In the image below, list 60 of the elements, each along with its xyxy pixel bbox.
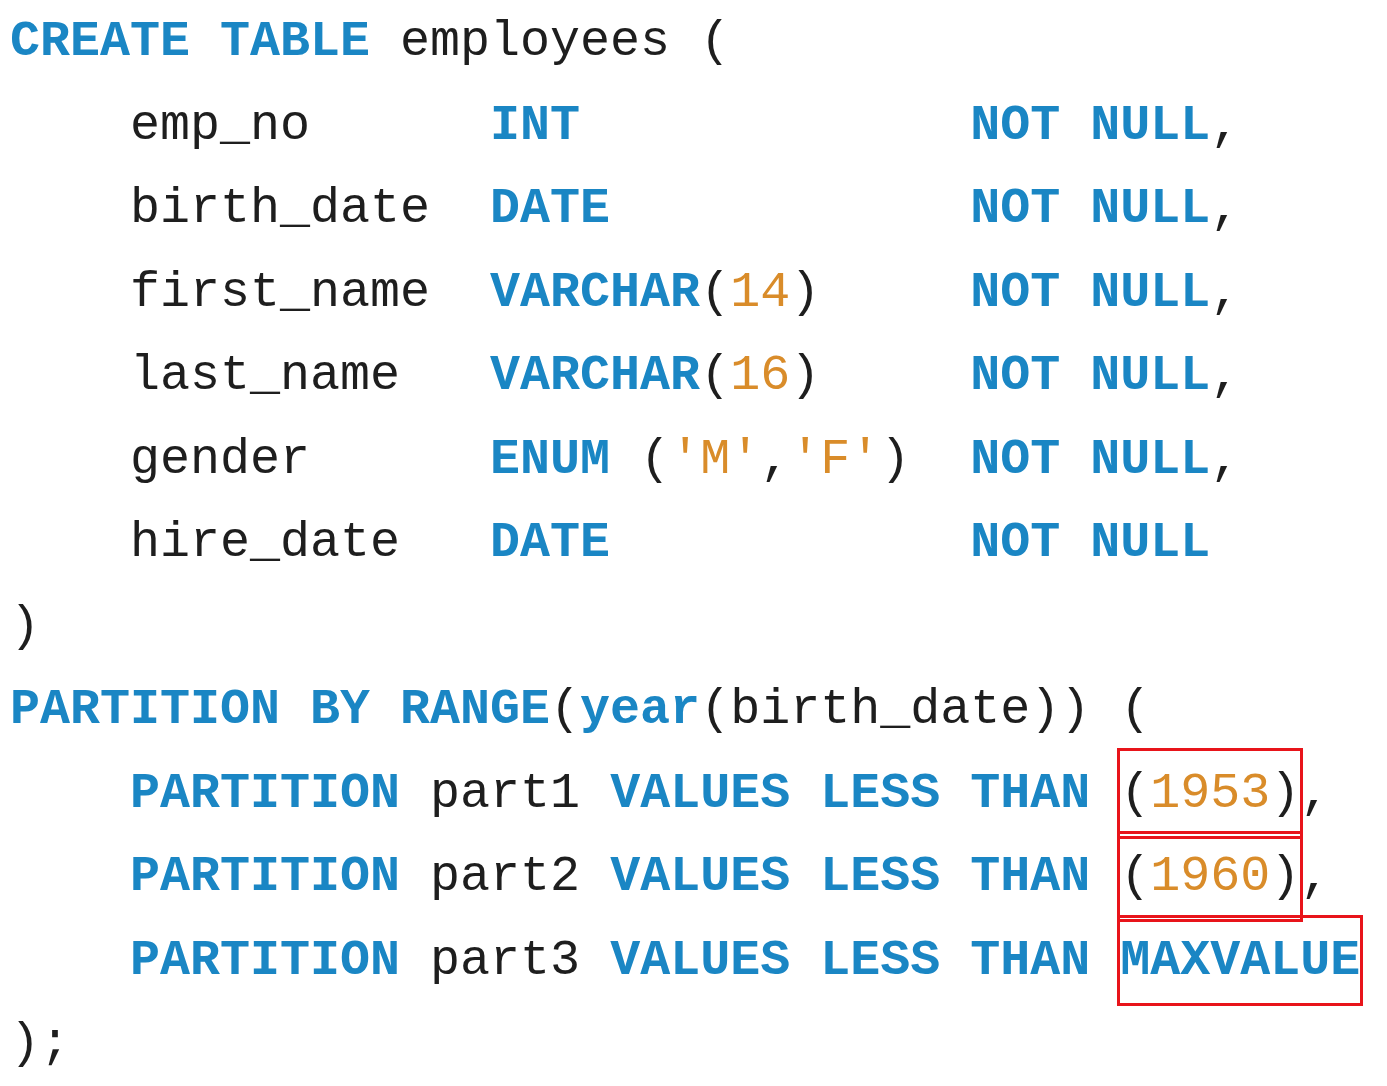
identifier: hire_date: [129, 514, 402, 571]
identifier: gender: [129, 430, 312, 488]
punctuation: ,: [760, 430, 791, 488]
punctuation: (: [700, 347, 731, 404]
number-literal: 16: [730, 347, 791, 404]
keyword: NOT NULL: [970, 263, 1211, 321]
keyword: year: [580, 681, 701, 738]
keyword: NOT NULL: [970, 180, 1211, 237]
keyword: MAXVALUE: [1120, 931, 1361, 989]
punctuation: ,: [1210, 180, 1241, 237]
keyword: VARCHAR: [490, 263, 701, 321]
number-literal: 1960: [1150, 848, 1271, 905]
punctuation: ): [790, 347, 822, 404]
punctuation: ): [1270, 848, 1301, 905]
keyword: VALUES LESS THAN: [610, 848, 1092, 905]
keyword: VARCHAR: [490, 347, 701, 404]
keyword: CREATE TABLE: [10, 13, 371, 70]
punctuation: (: [550, 681, 581, 738]
string-literal: 'M': [670, 430, 761, 488]
keyword: NOT NULL: [970, 514, 1211, 571]
keyword: NOT NULL: [970, 347, 1211, 404]
keyword: DATE: [490, 180, 612, 237]
keyword: VALUES LESS THAN: [610, 764, 1092, 822]
identifier: employees (: [399, 13, 731, 70]
identifier: emp_no: [129, 96, 312, 154]
keyword: DATE: [490, 514, 612, 571]
punctuation: ,: [1210, 347, 1241, 404]
identifier: last_name: [129, 347, 402, 404]
punctuation: ,: [1300, 848, 1331, 905]
punctuation: ): [10, 597, 40, 655]
number-literal: 1953: [1150, 764, 1271, 822]
identifier: part3: [429, 931, 582, 989]
punctuation: ): [1270, 764, 1301, 822]
identifier: part1: [429, 764, 582, 822]
keyword: NOT NULL: [970, 96, 1211, 154]
number-literal: 14: [730, 263, 791, 321]
punctuation: (: [1120, 848, 1151, 905]
punctuation: ,: [1300, 764, 1331, 822]
punctuation: (: [700, 263, 731, 321]
identifier: part2: [429, 848, 582, 905]
keyword: VALUES LESS THAN: [610, 931, 1092, 989]
keyword: PARTITION BY RANGE: [10, 681, 551, 738]
punctuation: ,: [1210, 96, 1241, 154]
punctuation: (: [1120, 764, 1151, 822]
identifier: first_name: [129, 263, 432, 321]
keyword: INT: [490, 96, 582, 154]
punctuation: ,: [1210, 263, 1241, 321]
identifier: birth_date: [129, 180, 432, 237]
punctuation: );: [10, 1015, 70, 1072]
punctuation: ): [790, 263, 822, 321]
keyword: ENUM: [490, 430, 611, 488]
keyword: PARTITION: [129, 848, 401, 905]
keyword: PARTITION: [129, 931, 401, 989]
punctuation: ,: [1210, 430, 1241, 488]
keyword: PARTITION: [129, 764, 401, 822]
string-literal: 'F': [790, 430, 881, 488]
punctuation: (: [639, 430, 671, 488]
identifier: (birth_date)) (: [700, 681, 1151, 738]
keyword: NOT NULL: [970, 430, 1211, 488]
punctuation: ): [880, 430, 912, 488]
